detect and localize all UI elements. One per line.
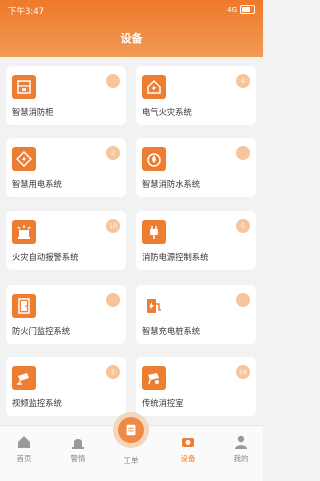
nav-mine[interactable]: 我的: [221, 434, 261, 464]
card-electric-fire[interactable]: 4 电气火灾系统: [136, 66, 256, 125]
status-time: 下午3:47: [8, 7, 45, 17]
card-label: 视频监控系统: [12, 398, 62, 408]
nav-home-label: 首页: [16, 454, 32, 463]
nav-device[interactable]: 设备: [168, 434, 208, 464]
nav-home[interactable]: 首页: [4, 434, 44, 464]
electric-house-icon: [142, 75, 166, 99]
card-label: 智慧充电桩系统: [142, 326, 201, 336]
fire-cabinet-icon: [12, 75, 36, 99]
badge: [236, 293, 250, 307]
home-icon: [18, 436, 30, 448]
badge: 10: [106, 219, 120, 233]
fire-door-icon: [12, 294, 36, 318]
card-label: 智慧消防水系统: [142, 179, 201, 189]
card-label: 电气火灾系统: [142, 107, 192, 117]
card-label: 防火门监控系统: [12, 326, 71, 336]
card-smart-electricity[interactable]: 2 智慧用电系统: [6, 138, 126, 197]
power-plug-icon: [142, 220, 166, 244]
badge: 5: [236, 219, 250, 233]
workorder-button[interactable]: [113, 412, 149, 448]
badge: [106, 74, 120, 88]
badge: 4: [236, 74, 250, 88]
card-fire-cabinet[interactable]: 智慧消防柜: [6, 66, 126, 125]
nav-alarm[interactable]: 警情: [58, 434, 98, 464]
nav-alarm-label: 警情: [70, 454, 86, 463]
card-fire-power[interactable]: 5 消防电源控制系统: [136, 211, 256, 270]
page-title: 设备: [120, 32, 143, 45]
badge: 16: [236, 365, 250, 379]
card-label: 传统消控室: [142, 398, 184, 408]
card-fire-door[interactable]: 防火门监控系统: [6, 285, 126, 344]
badge: [106, 293, 120, 307]
control-room-icon: [142, 366, 166, 390]
battery-icon: [240, 5, 255, 14]
nav-workorder-label: 工单: [123, 456, 139, 465]
alarm-light-icon: [12, 220, 36, 244]
card-label: 智慧用电系统: [12, 179, 62, 189]
card-label: 消防电源控制系统: [142, 252, 209, 262]
device-camera-icon: [182, 438, 194, 447]
badge: [236, 146, 250, 160]
card-fire-water[interactable]: 智慧消防水系统: [136, 138, 256, 197]
charging-pile-icon: [142, 294, 166, 318]
bottom-nav: 首页 警情 工单 设备 我的: [0, 412, 263, 481]
document-icon: [118, 417, 144, 443]
badge: 2: [106, 146, 120, 160]
user-icon: [235, 435, 247, 449]
camera-icon: [12, 366, 36, 390]
alarm-icon: [72, 439, 84, 449]
card-fire-alarm[interactable]: 10 火灾自动报警系统: [6, 211, 126, 270]
card-label: 火灾自动报警系统: [12, 252, 79, 262]
app-header: 下午3:47 4G 设备: [0, 0, 263, 57]
lightning-icon: [12, 147, 36, 171]
nav-device-label: 设备: [180, 454, 196, 463]
water-drop-icon: [142, 147, 166, 171]
card-control-room[interactable]: 16 传统消控室: [136, 357, 256, 416]
card-charging-pile[interactable]: 智慧充电桩系统: [136, 285, 256, 344]
signal-icon: 4G: [227, 5, 237, 14]
card-video-monitor[interactable]: 2 视频监控系统: [6, 357, 126, 416]
nav-mine-label: 我的: [233, 454, 249, 463]
badge: 2: [106, 365, 120, 379]
status-icons: 4G: [227, 5, 255, 14]
card-label: 智慧消防柜: [12, 107, 54, 117]
